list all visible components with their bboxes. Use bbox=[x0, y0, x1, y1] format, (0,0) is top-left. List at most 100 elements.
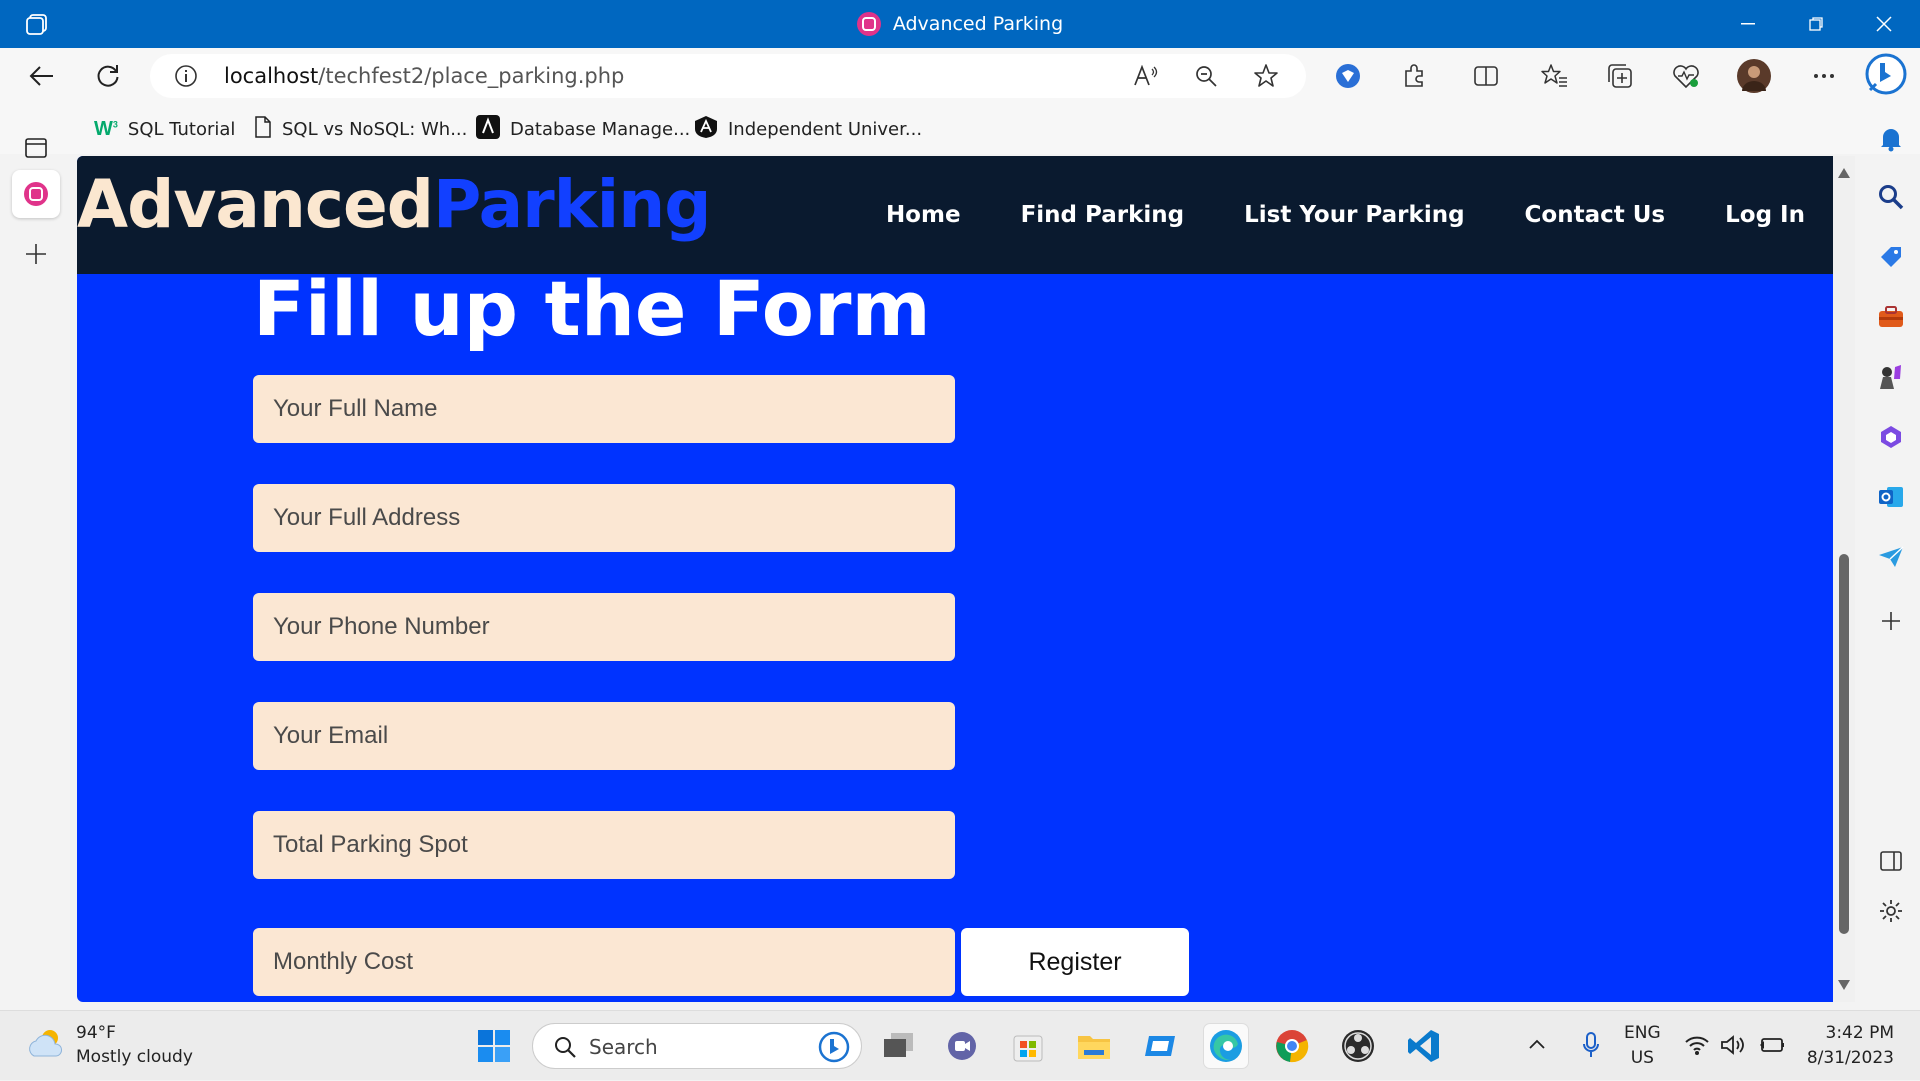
parking-spot-field[interactable] bbox=[253, 811, 955, 879]
show-hidden-icons-chevron-icon[interactable] bbox=[1528, 1035, 1546, 1054]
battery-icon[interactable] bbox=[1758, 1035, 1786, 1059]
url-path: /techfest2/place_parking.php bbox=[318, 64, 625, 88]
favorite-label: SQL vs NoSQL: Wh... bbox=[282, 118, 468, 140]
favorite-star-icon[interactable] bbox=[1252, 62, 1280, 90]
browser-essentials-icon[interactable] bbox=[1668, 58, 1704, 94]
search-sidebar-icon[interactable] bbox=[1874, 180, 1908, 214]
minimize-button[interactable] bbox=[1714, 0, 1782, 48]
windows-start-icon[interactable] bbox=[472, 1024, 516, 1068]
send-icon[interactable] bbox=[1874, 540, 1908, 574]
clock-date: 8/31/2023 bbox=[1806, 1048, 1894, 1068]
site-favicon-icon bbox=[856, 12, 881, 36]
close-button[interactable] bbox=[1850, 0, 1918, 48]
windows-taskbar: 94°F Mostly cloudy Search ENG US 3:42 PM… bbox=[0, 1010, 1920, 1080]
microsoft-365-icon[interactable] bbox=[1874, 420, 1908, 454]
nav-log-in[interactable]: Log In bbox=[1725, 202, 1805, 228]
url-host: localhost bbox=[224, 64, 319, 88]
favorite-item[interactable]: Independent Univer... bbox=[694, 114, 922, 144]
zoom-icon[interactable] bbox=[1192, 62, 1220, 90]
nav-home[interactable]: Home bbox=[886, 202, 961, 228]
url-text[interactable]: localhost/techfest2/place_parking.php bbox=[224, 54, 624, 98]
sidebar-layout-icon[interactable] bbox=[1874, 844, 1908, 878]
games-icon[interactable] bbox=[1874, 360, 1908, 394]
refresh-button[interactable] bbox=[88, 56, 128, 96]
outlook-icon[interactable] bbox=[1874, 480, 1908, 514]
favorite-label: SQL Tutorial bbox=[127, 118, 236, 140]
system-clock[interactable]: 3:42 PM 8/31/2023 bbox=[1807, 1021, 1894, 1071]
nav-find-parking[interactable]: Find Parking bbox=[1021, 202, 1185, 228]
microphone-icon[interactable] bbox=[1582, 1031, 1600, 1063]
window-title: Advanced Parking bbox=[0, 0, 1920, 48]
weather-temperature: 94°F bbox=[76, 1023, 116, 1043]
logo-text-advanced: Advanced bbox=[77, 166, 434, 243]
language-code: ENG bbox=[1624, 1023, 1661, 1043]
email-field[interactable] bbox=[253, 702, 955, 770]
register-button[interactable]: Register bbox=[961, 928, 1189, 996]
add-sidebar-app-icon[interactable] bbox=[1874, 604, 1908, 638]
scroll-up-arrow-icon[interactable] bbox=[1838, 168, 1850, 178]
collections-icon[interactable] bbox=[1602, 58, 1638, 94]
notification-bell-icon[interactable] bbox=[1874, 122, 1908, 156]
bing-copilot-icon[interactable] bbox=[1864, 52, 1908, 98]
scroll-down-arrow-icon[interactable] bbox=[1838, 980, 1850, 990]
vertical-tab-strip bbox=[0, 120, 72, 1010]
chrome-icon[interactable] bbox=[1270, 1024, 1314, 1068]
shopping-tag-icon[interactable] bbox=[1874, 240, 1908, 274]
region-code: US bbox=[1630, 1048, 1654, 1068]
profile-avatar[interactable] bbox=[1736, 58, 1772, 94]
clock-time: 3:42 PM bbox=[1825, 1023, 1895, 1043]
logo-text-parking: Parking bbox=[433, 166, 711, 243]
language-indicator[interactable]: ENG US bbox=[1624, 1021, 1661, 1071]
address-bar[interactable]: localhost/techfest2/place_parking.php bbox=[150, 54, 1306, 98]
settings-gear-icon[interactable] bbox=[1874, 894, 1908, 928]
back-button[interactable] bbox=[22, 56, 62, 96]
weather-condition: Mostly cloudy bbox=[76, 1047, 193, 1067]
page-scrollbar[interactable] bbox=[1833, 156, 1855, 1002]
search-label: Search bbox=[589, 1035, 658, 1059]
tools-briefcase-icon[interactable] bbox=[1874, 300, 1908, 334]
phone-field[interactable] bbox=[253, 593, 955, 661]
microsoft-store-icon[interactable] bbox=[1006, 1024, 1050, 1068]
favorite-label: Independent Univer... bbox=[728, 118, 923, 140]
obs-studio-icon[interactable] bbox=[1336, 1024, 1380, 1068]
volume-icon[interactable] bbox=[1720, 1034, 1748, 1060]
tab-advanced-parking[interactable] bbox=[12, 170, 60, 218]
restore-button[interactable] bbox=[1782, 0, 1850, 48]
window-title-text: Advanced Parking bbox=[892, 13, 1064, 35]
bing-search-icon bbox=[817, 1030, 851, 1068]
address-field[interactable] bbox=[253, 484, 955, 552]
edge-taskbar-icon[interactable] bbox=[1204, 1024, 1248, 1068]
nav-contact-us[interactable]: Contact Us bbox=[1525, 202, 1666, 228]
cloudy-weather-icon bbox=[26, 1026, 66, 1064]
scrollbar-thumb[interactable] bbox=[1839, 554, 1849, 934]
task-view-icon[interactable] bbox=[876, 1024, 920, 1068]
teams-chat-icon[interactable] bbox=[940, 1024, 984, 1068]
more-options-icon[interactable] bbox=[1806, 58, 1842, 94]
monthly-cost-field[interactable] bbox=[253, 928, 955, 996]
favorite-item[interactable]: SQL vs NoSQL: Wh... bbox=[254, 114, 467, 144]
site-logo[interactable]: AdvancedParking bbox=[77, 166, 711, 243]
remote-desktop-icon[interactable] bbox=[1138, 1024, 1182, 1068]
wifi-icon[interactable] bbox=[1684, 1034, 1710, 1060]
favorite-label: Database Manage... bbox=[510, 118, 691, 140]
extensions-icon[interactable] bbox=[1396, 58, 1432, 94]
university-icon bbox=[694, 115, 718, 144]
form-title: Fill up the Form bbox=[253, 264, 931, 353]
file-explorer-icon[interactable] bbox=[1072, 1024, 1116, 1068]
full-name-field[interactable] bbox=[253, 375, 955, 443]
taskbar-search[interactable]: Search bbox=[532, 1023, 862, 1069]
split-screen-icon[interactable] bbox=[1468, 58, 1504, 94]
site-info-icon[interactable] bbox=[174, 64, 198, 92]
tab-sidebar-toggle-icon[interactable] bbox=[12, 124, 60, 172]
page-viewport: AdvancedParking Home Find Parking List Y… bbox=[77, 156, 1833, 1002]
new-tab-button[interactable] bbox=[12, 230, 60, 278]
nav-list-your-parking[interactable]: List Your Parking bbox=[1244, 202, 1464, 228]
favorite-item[interactable]: Database Manage... bbox=[476, 114, 690, 144]
favorites-icon[interactable] bbox=[1536, 58, 1572, 94]
extension-shield-icon[interactable] bbox=[1330, 58, 1366, 94]
weather-widget[interactable]: 94°F Mostly cloudy bbox=[26, 1021, 193, 1069]
read-aloud-icon[interactable] bbox=[1132, 62, 1160, 90]
favorites-bar: W3 SQL Tutorial SQL vs NoSQL: Wh... Data… bbox=[0, 104, 1920, 154]
favorite-item[interactable]: W3 SQL Tutorial bbox=[94, 114, 235, 144]
vscode-icon[interactable] bbox=[1402, 1024, 1446, 1068]
